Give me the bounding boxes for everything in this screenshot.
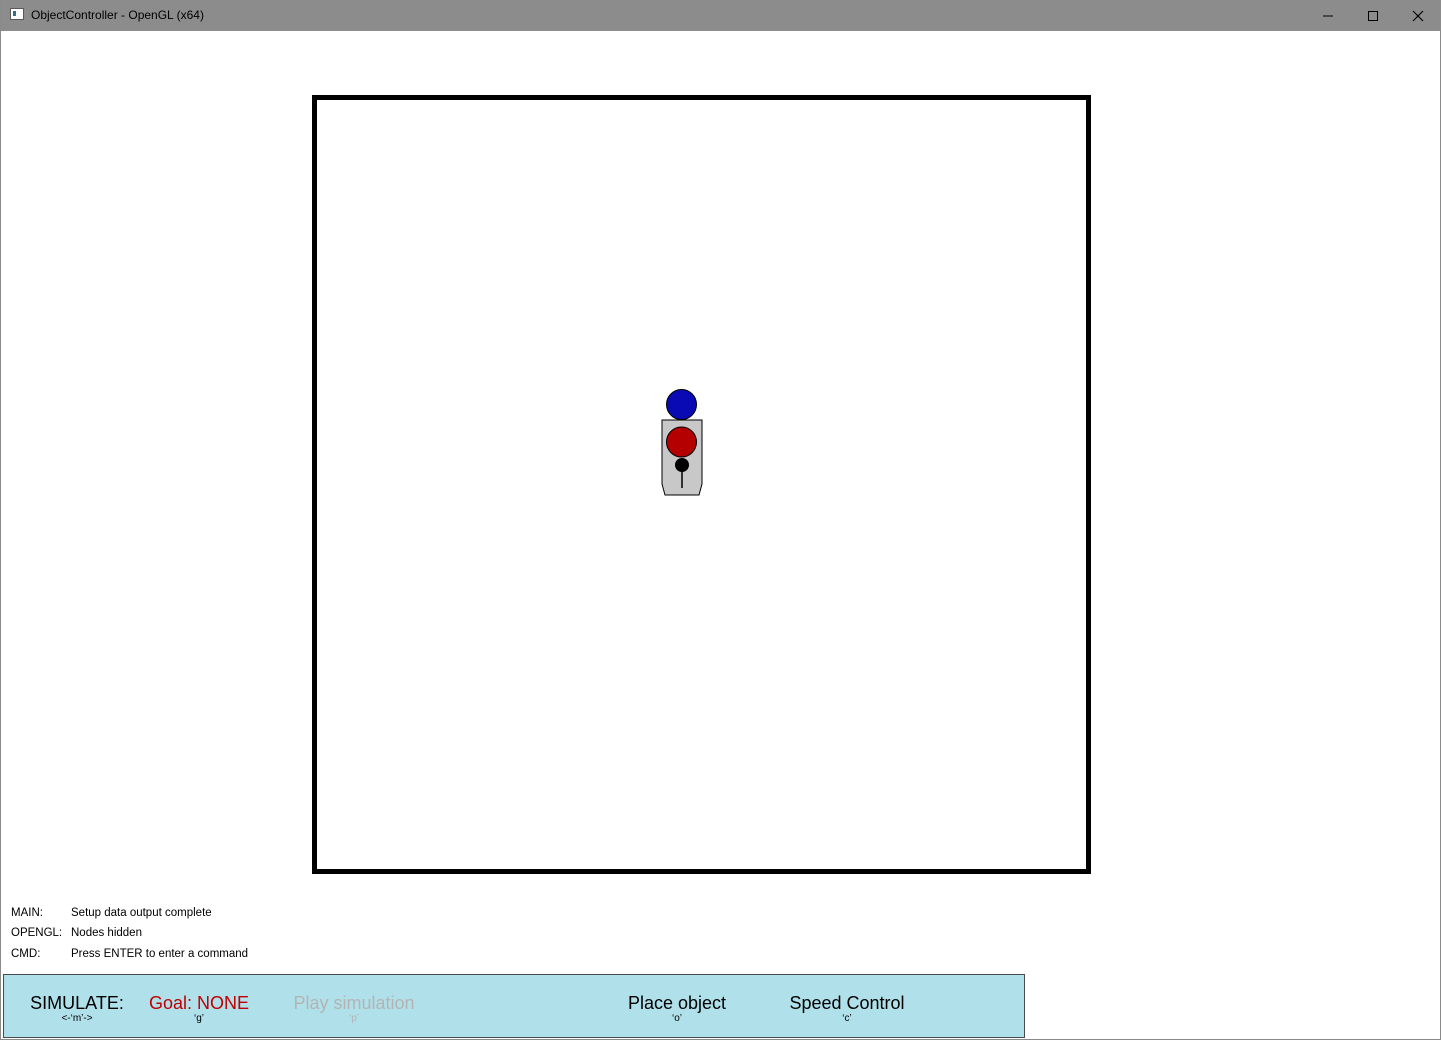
robot-marker-circle [666,426,697,458]
minimize-icon [1323,15,1333,17]
log-line-opengl: OPENGL: Nodes hidden [11,927,142,939]
place-object-button[interactable]: Place object ‘o’ [622,993,732,1025]
maximize-icon [1368,11,1378,21]
goal-button[interactable]: Goal: NONE ‘g’ [144,993,254,1025]
title-bar[interactable]: ObjectController - OpenGL (x64) [1,0,1441,31]
log-text: Nodes hidden [71,927,142,939]
menu-label: Goal: NONE [148,993,250,1013]
log-key: CMD: [11,948,41,960]
menu-label: Place object [627,993,727,1013]
opengl-canvas[interactable]: MAIN: Setup data output complete OPENGL: N… [1,31,1440,1039]
target-circle [666,389,697,420]
menu-label: Speed Control [789,993,905,1013]
menu-label: Play simulation [293,993,415,1013]
menu-shortcut: ‘p’ [348,1013,359,1024]
menu-shortcut: <-‘m’-> [61,1013,93,1024]
robot-pivot-dot [675,458,689,472]
log-line-cmd: CMD: Press ENTER to enter a command [11,948,248,960]
menu-shortcut: ‘o’ [671,1013,682,1024]
menu-label: SIMULATE: [30,993,124,1013]
bottom-menu-bar: SIMULATE: <-‘m’-> Goal: NONE ‘g’ Play si… [3,974,1025,1038]
close-icon [1412,10,1424,22]
window-title: ObjectController - OpenGL (x64) [31,8,204,22]
maximize-button[interactable] [1351,0,1396,31]
log-text: Setup data output complete [71,907,212,919]
close-button[interactable] [1396,0,1441,31]
simulate-mode-toggle[interactable]: SIMULATE: <-‘m’-> [26,993,128,1025]
robot-group[interactable] [656,386,708,498]
play-simulation-button[interactable]: Play simulation ‘p’ [289,993,419,1025]
log-line-main: MAIN: Setup data output complete [11,907,212,919]
speed-control-button[interactable]: Speed Control ‘c’ [782,993,912,1025]
minimize-button[interactable] [1306,0,1351,31]
menu-shortcut: ‘c’ [842,1013,852,1024]
menu-shortcut: ‘g’ [193,1013,204,1024]
app-icon [10,8,24,20]
log-key: MAIN: [11,907,43,919]
log-text: Press ENTER to enter a command [71,948,249,960]
app-window: ObjectController - OpenGL (x64) MAIN: Se… [0,0,1441,1040]
log-key: OPENGL: [11,927,63,939]
